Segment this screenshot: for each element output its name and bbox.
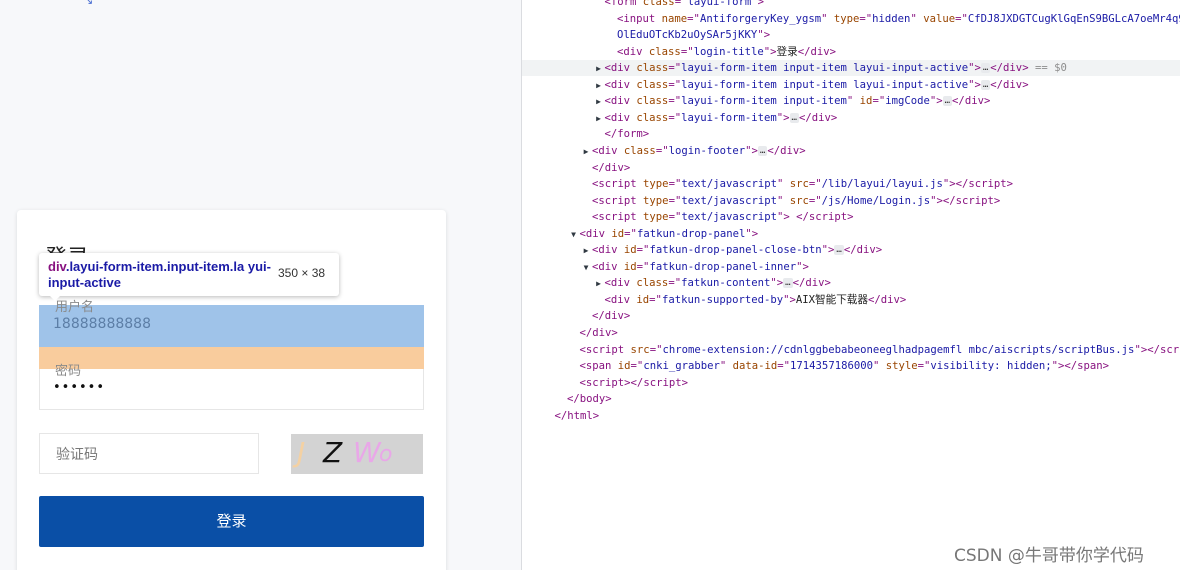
captcha-image[interactable]: J Z W o: [291, 434, 423, 474]
element-padding-highlight: [39, 347, 424, 369]
dom-node-line[interactable]: </form>: [522, 126, 1180, 142]
password-value: ••••••: [53, 380, 106, 395]
dom-node-line[interactable]: </div>: [522, 160, 1180, 176]
tooltip-selector: div.layui-form-item.input-item.la yui-in…: [48, 259, 271, 290]
tooltip-size: 350 × 38: [278, 266, 326, 280]
dom-node-line[interactable]: </div>: [522, 308, 1180, 324]
inspector-tooltip: div.layui-form-item.input-item.la yui-in…: [39, 253, 339, 296]
dom-node-line[interactable]: <script type="text/javascript" src="/js/…: [522, 193, 1180, 209]
dom-node-line[interactable]: <script src="chrome-extension://cdnlggbe…: [522, 342, 1180, 358]
watermark: CSDN @牛哥带你学代码: [954, 546, 1144, 566]
dom-node-line[interactable]: <script></script>: [522, 375, 1180, 391]
expand-right-icon[interactable]: ▶: [593, 94, 605, 110]
ellipsis-icon[interactable]: …: [757, 145, 768, 156]
password-label: 密码: [55, 364, 82, 379]
expand-right-icon[interactable]: ▶: [593, 276, 605, 292]
username-value: 18888888888: [53, 316, 151, 332]
dom-node-line[interactable]: ▶ <div class="login-footer">… </div>: [522, 143, 1180, 159]
dom-node-line[interactable]: OlEduOTcKb2uOySAr5jKKY">: [522, 27, 1180, 43]
dom-node-line[interactable]: ▶ <div class="layui-form-item">… </div>: [522, 110, 1180, 126]
dom-node-line[interactable]: <script type="text/javascript"> </script…: [522, 209, 1180, 225]
expand-right-icon[interactable]: ▶: [580, 144, 592, 160]
captcha-char: J: [297, 436, 306, 469]
captcha-placeholder: 验证码: [56, 447, 98, 463]
expand-down-icon[interactable]: ▼: [580, 260, 592, 276]
captcha-char: W: [353, 436, 381, 469]
expand-right-icon[interactable]: ▶: [593, 61, 605, 77]
dom-node-line[interactable]: ▶ <div class="layui-form-item input-item"…: [522, 93, 1180, 109]
expand-down-icon[interactable]: ▼: [568, 227, 580, 243]
dom-node-line[interactable]: </html>: [522, 408, 1180, 424]
dom-node-line[interactable]: <div class="login-title">登录</div>: [522, 44, 1180, 60]
dom-node-line[interactable]: <script type="text/javascript" src="/lib…: [522, 176, 1180, 192]
dom-node-line[interactable]: ▶ <div id="fatkun-drop-panel-close-btn">……: [522, 242, 1180, 258]
dom-node-line[interactable]: <div id="fatkun-supported-by">AIX智能下载器</…: [522, 292, 1180, 308]
dom-node-line[interactable]: ▼ <div id="fatkun-drop-panel">: [522, 226, 1180, 242]
expand-right-icon[interactable]: ▶: [593, 111, 605, 127]
dom-node-line[interactable]: <input name="AntiforgeryKey_ygsm" type="…: [522, 11, 1180, 27]
password-field[interactable]: 密码 ••••••: [39, 347, 424, 410]
ellipsis-icon[interactable]: …: [942, 96, 953, 107]
dom-node-line[interactable]: </body>: [522, 391, 1180, 407]
ellipsis-icon[interactable]: …: [789, 112, 799, 123]
captcha-input[interactable]: 验证码: [39, 433, 259, 474]
captcha-char: Z: [323, 436, 343, 469]
devtools-elements-panel: ••• <form class="layui-form"><input name…: [521, 0, 1180, 570]
dom-node-line[interactable]: ▶ <div class="fatkun-content">… </div>: [522, 275, 1180, 291]
ellipsis-icon[interactable]: …: [980, 63, 991, 74]
tooltip-arrow: [49, 295, 61, 301]
chevron-icon: ↘: [84, 0, 94, 7]
dom-node-line[interactable]: ▼ <div id="fatkun-drop-panel-inner">: [522, 259, 1180, 275]
dom-node-line[interactable]: <form class="layui-form">: [522, 0, 1180, 10]
page-preview: ↘ 登录 用户名 18888888888 密码 •••••• 验证码 J Z W…: [0, 0, 521, 570]
ellipsis-icon[interactable]: …: [980, 79, 991, 90]
dom-node-line[interactable]: ▶ <div class="layui-form-item input-item …: [522, 60, 1180, 77]
expand-right-icon[interactable]: ▶: [593, 78, 605, 94]
login-button[interactable]: 登录: [39, 496, 424, 547]
dom-node-line[interactable]: ▶ <div class="layui-form-item input-item …: [522, 77, 1180, 93]
dom-node-line[interactable]: <span id="cnki_grabber" data-id="1714357…: [522, 358, 1180, 374]
captcha-char: o: [379, 442, 393, 467]
ellipsis-icon[interactable]: …: [783, 278, 793, 289]
expand-right-icon[interactable]: ▶: [580, 243, 592, 259]
ellipsis-icon[interactable]: …: [834, 245, 844, 256]
username-field[interactable]: 用户名 18888888888: [39, 300, 424, 347]
dom-node-line[interactable]: </div>: [522, 325, 1180, 341]
